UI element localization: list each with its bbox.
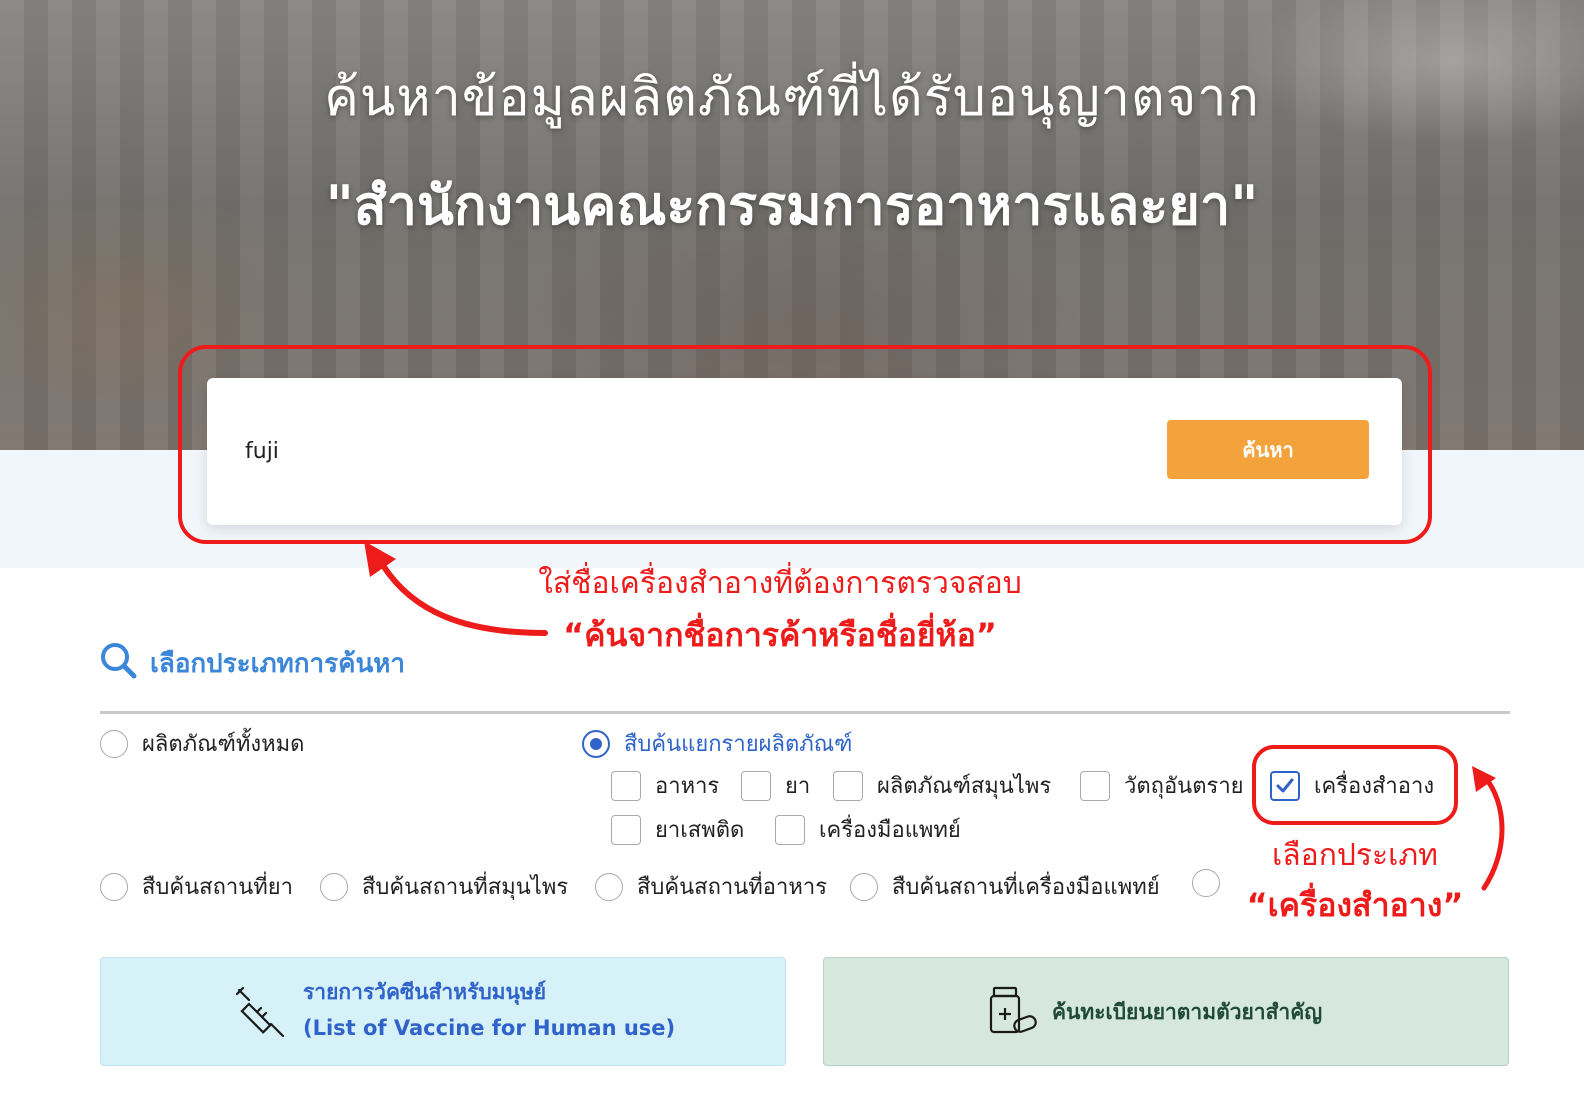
radio-label: สืบค้นสถานที่อาหาร bbox=[637, 875, 828, 900]
radio-label: สืบค้นสถานที่สมุนไพร bbox=[362, 875, 569, 900]
syringe-icon bbox=[235, 986, 285, 1038]
radio-circle[interactable] bbox=[850, 872, 878, 901]
drug-ingredient-search-card[interactable]: ค้นทะเบียนยาตามตัวยาสำคัญ bbox=[823, 957, 1509, 1066]
radio-medical-device-place[interactable]: สืบค้นสถานที่เครื่องมือแพทย์ bbox=[850, 869, 1160, 904]
radio-circle[interactable] bbox=[100, 729, 128, 758]
radio-label: ผลิตภัณฑ์ทั้งหมด bbox=[142, 732, 305, 757]
radio-circle[interactable] bbox=[1192, 869, 1220, 897]
checkbox-box[interactable] bbox=[1080, 770, 1110, 801]
checkbox-label: ยาเสพติด bbox=[655, 818, 745, 843]
hero-title: ค้นหาข้อมูลผลิตภัณฑ์ที่ได้รับอนุญาตจาก bbox=[324, 68, 1260, 128]
radio-circle-selected[interactable] bbox=[582, 729, 610, 758]
checkbox-herbal[interactable]: ผลิตภัณฑ์สมุนไพร bbox=[833, 768, 1051, 803]
checkbox-narcotics[interactable]: ยาเสพติด bbox=[611, 812, 744, 847]
section-title: เลือกประเภทการค้นหา bbox=[150, 649, 405, 679]
search-icon bbox=[101, 643, 137, 679]
checkbox-box[interactable] bbox=[611, 770, 641, 801]
radio-place-extra[interactable] bbox=[1192, 869, 1234, 897]
vaccine-card-subtitle: (List of Vaccine for Human use) bbox=[303, 1016, 676, 1040]
checkbox-box[interactable] bbox=[611, 814, 641, 845]
hero-subtitle: "สำนักงานคณะกรรมการอาหารและยา" bbox=[325, 174, 1259, 237]
radio-circle[interactable] bbox=[320, 872, 348, 901]
radio-by-product[interactable]: สืบค้นแยกรายผลิตภัณฑ์ bbox=[582, 726, 852, 761]
category-hint-emphasis: “เครื่องสำอาง” bbox=[1246, 886, 1464, 924]
radio-circle[interactable] bbox=[100, 872, 128, 901]
checkbox-label: เครื่องมือแพทย์ bbox=[819, 818, 961, 843]
checkbox-hazardous[interactable]: วัตถุอันตราย bbox=[1080, 768, 1244, 803]
checkbox-box[interactable] bbox=[833, 770, 863, 801]
search-highlight-annotation bbox=[178, 345, 1432, 544]
radio-label: สืบค้นสถานที่เครื่องมือแพทย์ bbox=[892, 875, 1160, 900]
radio-food-place[interactable]: สืบค้นสถานที่อาหาร bbox=[595, 869, 827, 904]
category-hint-text: เลือกประเภท bbox=[1272, 838, 1438, 873]
checkbox-label: ยา bbox=[785, 774, 811, 799]
checkbox-label: อาหาร bbox=[655, 774, 720, 799]
checkbox-label: ผลิตภัณฑ์สมุนไพร bbox=[877, 774, 1052, 799]
drug-card-title: ค้นทะเบียนยาตามตัวยาสำคัญ bbox=[1052, 1000, 1323, 1024]
medicine-bottle-icon bbox=[989, 986, 1037, 1034]
checkbox-medical-device[interactable]: เครื่องมือแพทย์ bbox=[775, 812, 961, 847]
divider bbox=[100, 711, 1510, 714]
arrow-annotation-icon bbox=[364, 541, 548, 636]
cosmetics-highlight-annotation bbox=[1252, 745, 1458, 825]
radio-label: สืบค้นแยกรายผลิตภัณฑ์ bbox=[624, 732, 853, 757]
vaccine-card-title: รายการวัคซีนสำหรับมนุษย์ bbox=[303, 980, 547, 1004]
checkbox-box[interactable] bbox=[775, 814, 805, 845]
checkbox-box[interactable] bbox=[741, 770, 771, 801]
radio-label: สืบค้นสถานที่ยา bbox=[142, 875, 294, 900]
vaccine-list-card[interactable]: รายการวัคซีนสำหรับมนุษย์ (List of Vaccin… bbox=[100, 957, 786, 1066]
checkbox-label: วัตถุอันตราย bbox=[1124, 774, 1244, 799]
radio-drug-place[interactable]: สืบค้นสถานที่ยา bbox=[100, 869, 293, 904]
checkbox-food[interactable]: อาหาร bbox=[611, 768, 719, 803]
radio-all-products[interactable]: ผลิตภัณฑ์ทั้งหมด bbox=[100, 726, 304, 761]
curved-arrow-icon bbox=[1472, 766, 1505, 891]
radio-herbal-place[interactable]: สืบค้นสถานที่สมุนไพร bbox=[320, 869, 568, 904]
checkbox-drug[interactable]: ยา bbox=[741, 768, 810, 803]
radio-circle[interactable] bbox=[595, 872, 623, 901]
